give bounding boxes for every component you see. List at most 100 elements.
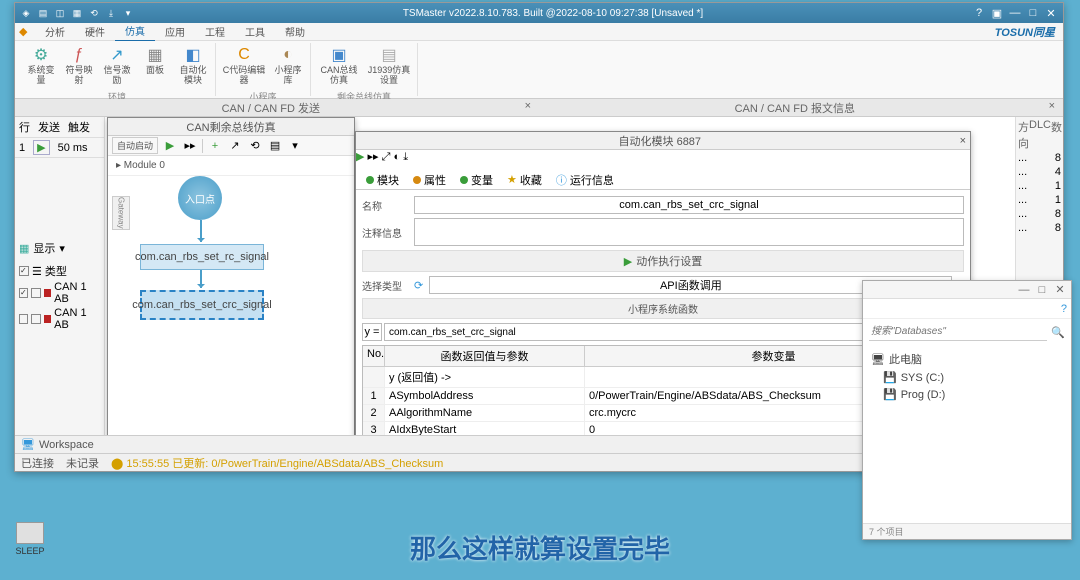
close-icon[interactable]: ✕ [1053, 283, 1067, 296]
doc-tab-info[interactable]: CAN / CAN FD 报文信息× [539, 98, 1063, 118]
ribbon-tab-hardware[interactable]: 硬件 [75, 22, 115, 41]
help-icon[interactable]: ? [1061, 303, 1067, 315]
play-button[interactable]: ▶ [33, 140, 49, 155]
tool-icon[interactable]: ▸▸ [368, 151, 379, 163]
quick-access-toolbar: ◈ ▤ ◫ ▦ ⟲ ⤓ ▾ [19, 6, 135, 20]
refresh-icon[interactable]: ⟳ [414, 279, 423, 292]
maximize-button[interactable]: □ [1025, 6, 1041, 20]
checkbox2[interactable] [31, 314, 40, 324]
brand-logo: TOSUN同星 [995, 24, 1055, 40]
drive-icon: 💾 [883, 388, 897, 401]
btn-automation[interactable]: ◧自动化模块 [175, 43, 211, 88]
window-controls: ? ▣ — □ ✕ [971, 6, 1059, 20]
tree-node-computer[interactable]: 🖥此电脑 [871, 349, 1063, 369]
desktop-icon-sleep[interactable]: SLEEP [10, 522, 50, 556]
add-icon[interactable]: + [207, 138, 223, 154]
formula-input[interactable] [384, 323, 910, 341]
tool-icon[interactable]: ⟲ [247, 138, 263, 154]
qat-icon[interactable]: ▦ [70, 6, 84, 20]
col-row: 行 [19, 119, 30, 135]
btn-signal-stim[interactable]: ↗信号激励 [99, 43, 135, 88]
tab-module[interactable]: 模块 [360, 170, 405, 190]
btn-system-vars[interactable]: ⚙系统变量 [23, 43, 59, 88]
app-icon[interactable]: ◆ [19, 25, 35, 38]
maximize-icon[interactable]: □ [1035, 284, 1049, 296]
tab-fav[interactable]: ★收藏 [501, 170, 548, 190]
close-tab-icon[interactable]: × [1049, 100, 1055, 112]
checkbox[interactable] [19, 266, 29, 276]
tool-icon[interactable]: ⤢ [382, 151, 391, 163]
ribbon-tab-analysis[interactable]: 分析 [35, 22, 75, 41]
function-icon: ƒ [69, 45, 89, 65]
tool-icon[interactable]: ↗ [227, 138, 243, 154]
left-panel: 行 发送 触发 1 ▶ 50 ms ▦显示▾ ☰类型 CAN 1 AB CAN … [15, 117, 105, 435]
tool-icon[interactable]: ▾ [287, 138, 303, 154]
tab-vars[interactable]: 变量 [454, 170, 499, 190]
btn-prog-lib[interactable]: ◐小程序库 [270, 43, 306, 88]
tab-props[interactable]: 属性 [407, 170, 452, 190]
qat-icon[interactable]: ⟲ [87, 6, 101, 20]
document-tabs: CAN / CAN FD 发送× CAN / CAN FD 报文信息× [15, 99, 1063, 117]
action-header: ▶动作执行设置 [362, 250, 964, 272]
module-header[interactable]: ▸ Module 0 [108, 156, 354, 176]
checkbox2[interactable] [31, 288, 40, 298]
connector [200, 220, 202, 242]
close-button[interactable]: ✕ [1043, 6, 1059, 20]
ribbon-tab-tools[interactable]: 工具 [235, 22, 275, 41]
workspace-indicator[interactable]: 🖥Workspace [21, 438, 94, 451]
qat-icon[interactable]: ▾ [121, 6, 135, 20]
can-rbs-window: CAN剩余总线仿真 自动启动 ▶ ▸▸ + ↗ ⟲ ▤ ▾ ▸ Module 0… [107, 117, 355, 435]
ribbon-group-env: ⚙系统变量 ƒ符号映射 ↗信号激励 ▦面板 ◧自动化模块 环境 [19, 43, 216, 96]
play-icon: ▶ [624, 255, 632, 268]
tool-icon[interactable]: ◐ [394, 151, 401, 163]
tool-icon[interactable]: ⤓ [403, 151, 408, 163]
tool-icon[interactable]: ▤ [267, 138, 283, 154]
ribbon-tab-help[interactable]: 帮助 [275, 22, 315, 41]
sleep-icon [16, 522, 44, 544]
ribbon-tab-project[interactable]: 工程 [195, 22, 235, 41]
search-input[interactable] [869, 323, 1047, 341]
tree-item[interactable]: CAN 1 AB [54, 307, 100, 331]
qat-icon[interactable]: ◈ [19, 6, 33, 20]
tab-runinfo[interactable]: ⓘ运行信息 [550, 170, 620, 190]
db-tree: 🖥此电脑 💾SYS (C:) 💾Prog (D:) [863, 345, 1071, 407]
ribbon-tab-simulation[interactable]: 仿真 [115, 21, 155, 42]
info-icon: ⓘ [556, 172, 567, 188]
flow-node-2-selected[interactable]: com.can_rbs_set_crc_signal [140, 290, 264, 320]
checkbox[interactable] [19, 288, 28, 298]
minimize-button[interactable]: — [1007, 6, 1023, 20]
minimize-icon[interactable]: — [1017, 284, 1031, 296]
search-icon[interactable]: 🔍 [1051, 326, 1065, 339]
tree-node-drive[interactable]: 💾Prog (D:) [871, 386, 1063, 403]
close-tab-icon[interactable]: × [525, 100, 531, 112]
step-icon[interactable]: ▸▸ [182, 138, 198, 154]
side-tab[interactable]: 自动启动 [112, 137, 158, 154]
close-icon[interactable]: × [960, 135, 966, 147]
qat-icon[interactable]: ▤ [36, 6, 50, 20]
diagram-canvas[interactable]: ▸ Module 0 Gateway 入口点 com.can_rbs_set_r… [108, 156, 354, 435]
btn-c-editor[interactable]: CC代码编辑器 [220, 43, 268, 88]
settings-icon[interactable]: ▣ [989, 6, 1005, 20]
tree-item[interactable]: CAN 1 AB [54, 281, 100, 305]
play-icon[interactable]: ▶ [162, 138, 178, 154]
btn-symbol-map[interactable]: ƒ符号映射 [61, 43, 97, 88]
flow-node-1[interactable]: com.can_rbs_set_rc_signal [140, 244, 264, 270]
btn-j1939[interactable]: ▤J1939仿真设置 [365, 43, 413, 88]
status-conn: 已连接 [21, 455, 54, 471]
play-icon[interactable]: ▶ [356, 151, 364, 163]
comment-field[interactable] [414, 218, 964, 246]
db-toolbar: ? [863, 299, 1071, 319]
qat-icon[interactable]: ⤓ [104, 6, 118, 20]
display-dropdown[interactable]: 显示 [33, 240, 55, 256]
btn-can-rbs[interactable]: ▣CAN总线仿真 [315, 43, 363, 88]
doc-tab-send[interactable]: CAN / CAN FD 发送× [15, 98, 539, 118]
qat-icon[interactable]: ◫ [53, 6, 67, 20]
entry-node[interactable]: 入口点 [178, 176, 222, 220]
gateway-node[interactable]: Gateway [112, 196, 130, 230]
ribbon-tab-application[interactable]: 应用 [155, 22, 195, 41]
btn-panel[interactable]: ▦面板 [137, 43, 173, 88]
checkbox[interactable] [19, 314, 28, 324]
help-icon[interactable]: ? [971, 6, 987, 20]
name-field[interactable]: com.can_rbs_set_crc_signal [414, 196, 964, 214]
tree-node-drive[interactable]: 💾SYS (C:) [871, 369, 1063, 386]
